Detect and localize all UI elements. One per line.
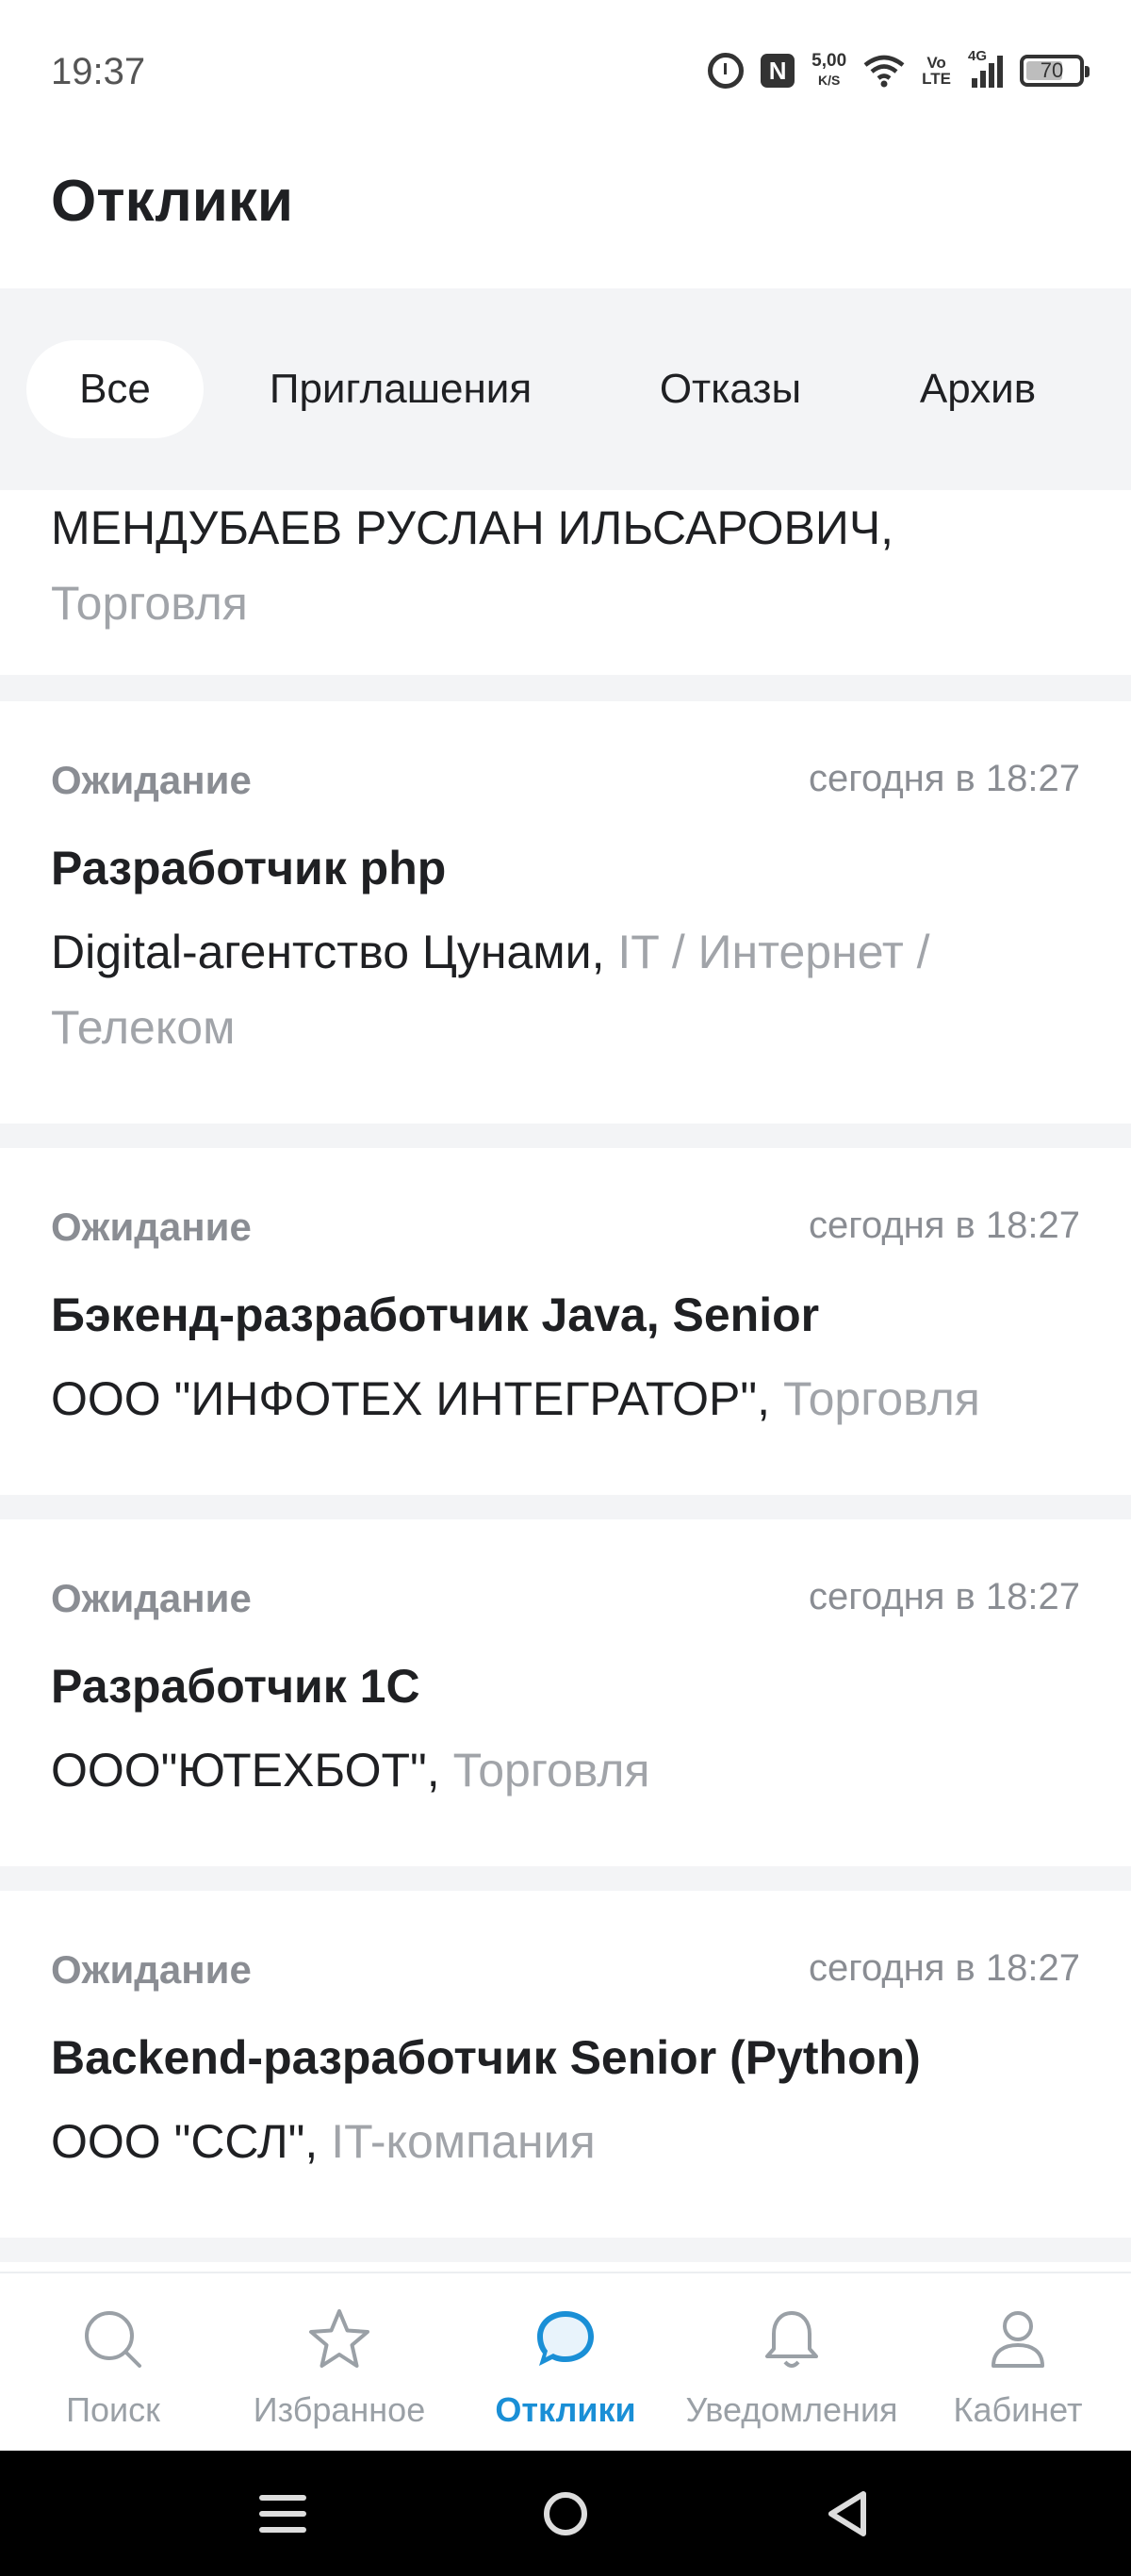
nav-label: Уведомления	[685, 2390, 898, 2429]
card-date: сегодня в 18:27	[809, 758, 1080, 799]
battery-level: 70	[1040, 58, 1064, 82]
card-company-line: МЕНДУБАЕВ РУСЛАН ИЛЬСАРОВИЧ, Торговля	[51, 490, 893, 641]
response-card-partial[interactable]	[0, 2262, 1131, 2272]
card-status: Ожидание	[51, 758, 252, 802]
tab-invitations[interactable]: Приглашения	[231, 340, 570, 438]
card-industry: Торговля	[51, 577, 248, 630]
card-title: Бэкенд-разработчик Java, Senior	[51, 1288, 820, 1341]
card-company-line: ООО "ССЛ", IT-компания	[51, 2104, 1078, 2179]
card-status: Ожидание	[51, 1576, 252, 1620]
responses-list: МЕНДУБАЕВ РУСЛАН ИЛЬСАРОВИЧ, Торговля Ож…	[0, 490, 1131, 2272]
nav-label: Кабинет	[953, 2390, 1083, 2429]
nav-label: Поиск	[66, 2390, 160, 2429]
card-date: сегодня в 18:27	[809, 1205, 1080, 1246]
tab-rejections[interactable]: Отказы	[617, 340, 844, 438]
bottom-navigation: Поиск Избранное Отклики Уведомления Каби…	[0, 2272, 1131, 2451]
profile-icon	[992, 2311, 1044, 2368]
card-company: ООО "ССЛ",	[51, 2115, 319, 2168]
card-company: Digital-агентство Цунами,	[51, 926, 605, 978]
card-company: ООО"ЮТЕХБОТ",	[51, 1744, 440, 1797]
card-company-line: ООО"ЮТЕХБОТ", Торговля	[51, 1732, 1078, 1808]
nav-responses[interactable]: Отклики	[452, 2273, 679, 2453]
nav-label: Избранное	[253, 2390, 426, 2429]
search-icon	[85, 2311, 141, 2368]
status-icons: N 5,00 K/S Vo LTE 4G 70	[708, 47, 1090, 94]
card-company-line: Digital-агентство Цунами, IT / Интернет …	[51, 914, 1078, 1065]
card-title: Разработчик php	[51, 842, 447, 894]
card-title: Backend-разработчик Senior (Python)	[51, 2031, 921, 2084]
tab-all[interactable]: Все	[26, 340, 204, 438]
card-industry: IT-компания	[331, 2115, 596, 2168]
wifi-icon	[863, 55, 905, 88]
card-industry: Торговля	[782, 1372, 980, 1425]
nav-notifications[interactable]: Уведомления	[679, 2273, 905, 2453]
response-card[interactable]: Ожидание сегодня в 18:27 Бэкенд-разработ…	[0, 1148, 1131, 1495]
response-card[interactable]: Ожидание сегодня в 18:27 Разработчик 1С …	[0, 1519, 1131, 1866]
back-icon[interactable]	[811, 2479, 886, 2549]
card-company: ООО "ИНФОТЕХ ИНТЕГРАТОР",	[51, 1372, 771, 1425]
tab-label: Архив	[919, 366, 1037, 412]
network-type: 4G	[968, 48, 988, 64]
card-date: сегодня в 18:27	[809, 1947, 1080, 1989]
card-company: МЕНДУБАЕВ РУСЛАН ИЛЬСАРОВИЧ,	[51, 501, 894, 554]
signal-icon: 4G	[968, 48, 1003, 88]
network-speed: 5,00 K/S	[811, 52, 846, 90]
volte-bottom: LTE	[922, 70, 951, 88]
tab-label: Отказы	[659, 366, 802, 412]
card-date: сегодня в 18:27	[809, 1576, 1080, 1617]
star-icon	[309, 2309, 369, 2368]
nav-search[interactable]: Поиск	[0, 2273, 226, 2453]
status-time: 19:37	[51, 51, 146, 92]
tab-label: Приглашения	[269, 366, 533, 412]
card-title: Разработчик 1С	[51, 1660, 420, 1713]
menu-icon[interactable]	[245, 2479, 320, 2549]
card-status: Ожидание	[51, 1947, 252, 1992]
response-card-partial[interactable]: МЕНДУБАЕВ РУСЛАН ИЛЬСАРОВИЧ, Торговля	[0, 490, 1131, 675]
card-status: Ожидание	[51, 1205, 252, 1249]
response-card[interactable]: Ожидание сегодня в 18:27 Разработчик php…	[0, 701, 1131, 1124]
home-icon[interactable]	[528, 2479, 603, 2549]
nav-profile[interactable]: Кабинет	[905, 2273, 1131, 2453]
network-speed-value: 5,00	[811, 51, 847, 71]
status-bar: 19:37 N 5,00 K/S Vo LTE 4G 70	[0, 0, 1131, 141]
tab-archive[interactable]: Архив	[881, 340, 1074, 438]
filter-tabs: Все Приглашения Отказы Архив	[0, 288, 1131, 490]
card-company-line: ООО "ИНФОТЕХ ИНТЕГРАТОР", Торговля	[51, 1361, 1078, 1436]
tab-label: Все	[79, 366, 151, 412]
page-title: Отклики	[51, 169, 294, 234]
battery-icon: 70	[1020, 55, 1090, 87]
bell-icon	[765, 2311, 818, 2368]
alarm-icon	[708, 53, 745, 89]
response-card[interactable]: Ожидание сегодня в 18:27 Backend-разрабо…	[0, 1891, 1131, 2238]
volte-indicator: Vo LTE	[922, 55, 951, 87]
system-navigation-bar	[0, 2451, 1131, 2576]
card-industry: Торговля	[452, 1744, 650, 1797]
nav-favorites[interactable]: Избранное	[226, 2273, 452, 2453]
nav-label: Отклики	[495, 2390, 636, 2429]
network-speed-unit: K/S	[817, 73, 841, 88]
chat-bubble-icon	[537, 2311, 594, 2366]
nfc-icon: N	[761, 54, 795, 88]
